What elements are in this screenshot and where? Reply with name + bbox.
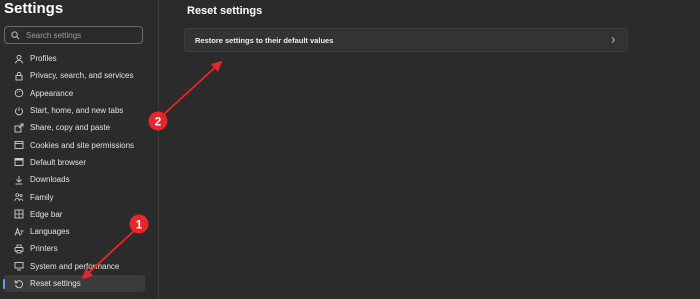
restore-defaults-label: Restore settings to their default values bbox=[195, 35, 334, 45]
sidebar-item-edge-bar[interactable]: Edge bar bbox=[4, 206, 145, 223]
search-icon bbox=[11, 30, 20, 40]
sidebar-item-label: System and performance bbox=[30, 261, 120, 271]
sidebar-item-label: Default browser bbox=[30, 157, 87, 167]
sidebar-nav: Profiles Privacy, search, and services A… bbox=[0, 50, 158, 293]
sidebar-item-family[interactable]: Family bbox=[4, 188, 145, 205]
sidebar-item-default-browser[interactable]: Default browser bbox=[4, 154, 145, 171]
sidebar-item-system[interactable]: System and performance bbox=[4, 258, 145, 275]
share-icon bbox=[14, 123, 24, 133]
sidebar-item-label: Appearance bbox=[30, 88, 74, 98]
power-icon bbox=[14, 106, 24, 116]
sidebar-item-privacy[interactable]: Privacy, search, and services bbox=[4, 67, 145, 84]
sidebar-item-share[interactable]: Share, copy and paste bbox=[4, 119, 145, 136]
sidebar-item-label: Languages bbox=[30, 227, 70, 237]
page-title: Reset settings bbox=[187, 5, 263, 17]
sidebar-item-cookies[interactable]: Cookies and site permissions bbox=[4, 136, 145, 153]
system-icon bbox=[14, 261, 24, 271]
sidebar-item-label: Cookies and site permissions bbox=[30, 140, 135, 150]
sidebar-item-downloads[interactable]: Downloads bbox=[4, 171, 145, 188]
appearance-icon bbox=[14, 88, 24, 98]
sidebar-item-label: Start, home, and new tabs bbox=[30, 106, 124, 116]
languages-icon bbox=[14, 226, 24, 237]
sidebar-item-label: Privacy, search, and services bbox=[30, 71, 134, 81]
app-title: Settings bbox=[4, 0, 64, 17]
sidebar-item-profiles[interactable]: Profiles bbox=[4, 50, 145, 67]
restore-defaults-button[interactable]: Restore settings to their default values bbox=[184, 28, 628, 52]
sidebar-item-reset-settings[interactable]: Reset settings bbox=[3, 274, 145, 293]
sidebar-item-start-home[interactable]: Start, home, and new tabs bbox=[4, 102, 145, 119]
sidebar-item-label: Family bbox=[30, 192, 54, 202]
edge-bar-icon bbox=[14, 209, 24, 219]
sidebar-item-languages[interactable]: Languages bbox=[4, 223, 145, 240]
cookies-icon bbox=[14, 140, 24, 150]
sidebar-item-label: Edge bar bbox=[30, 209, 63, 219]
sidebar-item-label: Downloads bbox=[30, 175, 70, 185]
chevron-right-icon bbox=[609, 36, 617, 44]
sidebar-item-label: Share, copy and paste bbox=[30, 123, 111, 133]
family-icon bbox=[14, 192, 24, 202]
search-input[interactable] bbox=[20, 30, 136, 40]
main-content: Reset settings Restore settings to their… bbox=[159, 0, 700, 299]
sidebar-item-label: Reset settings bbox=[30, 279, 81, 288]
sidebar-item-printers[interactable]: Printers bbox=[4, 240, 145, 257]
sidebar-item-label: Printers bbox=[30, 244, 58, 254]
search-box[interactable] bbox=[4, 26, 143, 44]
sidebar-item-label: Profiles bbox=[30, 54, 57, 64]
printer-icon bbox=[14, 244, 24, 254]
sidebar: Settings Profiles Privacy, search, and s… bbox=[0, 0, 159, 299]
sidebar-item-appearance[interactable]: Appearance bbox=[4, 85, 145, 102]
download-icon bbox=[14, 175, 24, 185]
profile-icon bbox=[14, 54, 24, 64]
reset-icon bbox=[14, 279, 24, 289]
browser-icon bbox=[14, 157, 24, 167]
lock-icon bbox=[14, 71, 24, 81]
